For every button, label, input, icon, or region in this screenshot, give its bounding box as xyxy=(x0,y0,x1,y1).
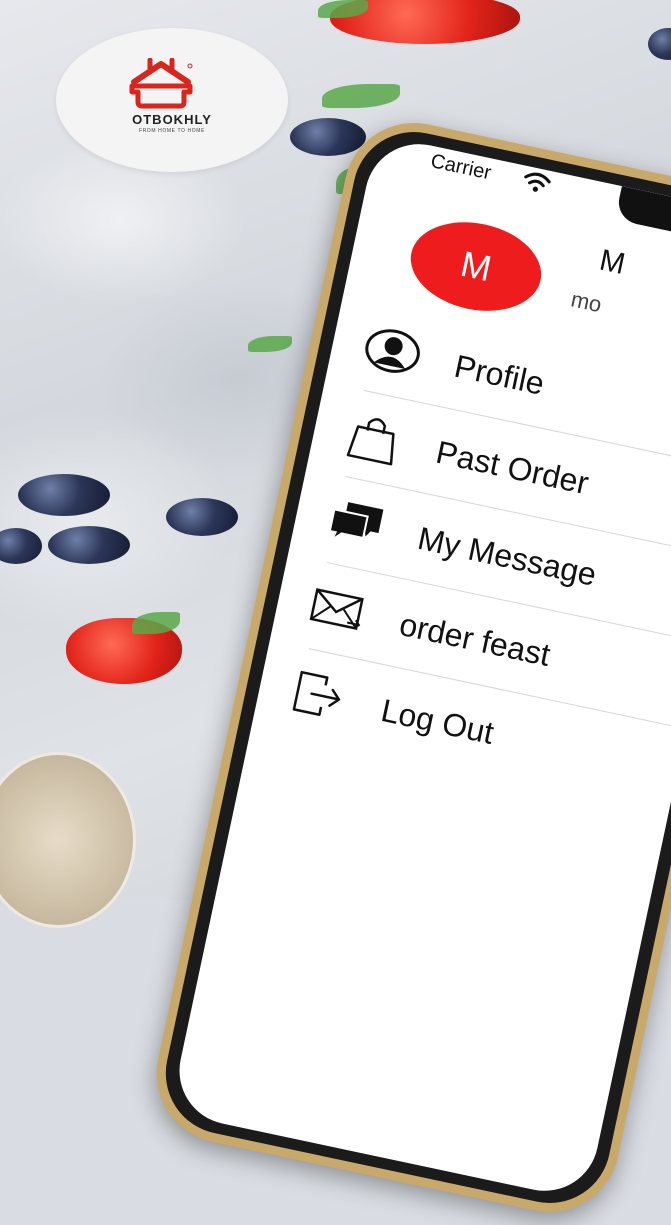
menu-label-order-feast: order feast xyxy=(396,605,554,673)
logout-icon xyxy=(292,670,341,717)
shopping-bag-icon xyxy=(346,418,395,466)
blueberry-decoration xyxy=(48,526,130,564)
blueberry-decoration xyxy=(166,498,238,536)
envelope-icon xyxy=(309,588,364,631)
brand-tagline: FROM HOME TO HOME xyxy=(139,128,205,134)
person-icon xyxy=(365,329,420,373)
menu-label-my-message: My Message xyxy=(414,519,600,593)
menu-label-profile: Profile xyxy=(451,347,548,402)
wifi-icon xyxy=(524,172,551,192)
phone-notch xyxy=(614,186,671,257)
user-avatar[interactable]: M xyxy=(402,210,550,323)
avatar-initial: M xyxy=(457,242,496,290)
chat-bubbles-icon xyxy=(328,502,384,543)
brand-name: OTBOKHLY xyxy=(132,112,212,127)
house-logo-icon xyxy=(129,58,193,109)
menu-label-log-out: Log Out xyxy=(378,692,497,751)
menu-label-past-order: Past Order xyxy=(432,433,592,502)
blueberry-decoration xyxy=(18,474,110,516)
user-name: M xyxy=(596,243,629,282)
user-email: mo xyxy=(568,286,604,318)
